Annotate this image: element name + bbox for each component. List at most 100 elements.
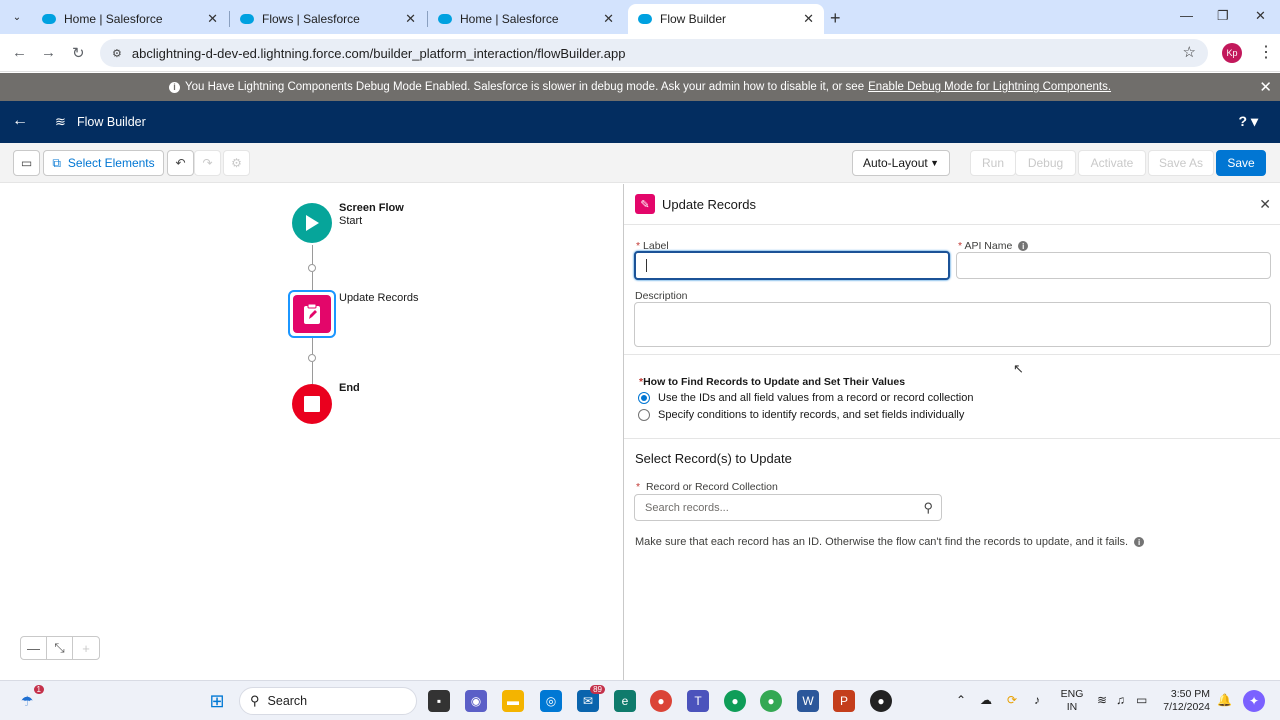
minimize-icon[interactable]: —	[1180, 8, 1193, 23]
teams-chat-icon[interactable]: ◉	[465, 690, 487, 712]
undo-icon: ↶	[175, 156, 186, 170]
radio-use-ids[interactable]	[638, 392, 650, 404]
reload-icon[interactable]: ↻	[72, 44, 85, 62]
forward-arrow-icon[interactable]: →	[41, 44, 56, 61]
back-arrow-icon[interactable]: ←	[12, 44, 27, 61]
text-caret	[646, 259, 647, 272]
copilot-icon[interactable]: ✦	[1243, 690, 1265, 712]
mail-icon[interactable]: ✉ 89	[577, 685, 605, 712]
zoom-controls: — ⤡ +	[20, 636, 100, 660]
tab-close-icon[interactable]: ✕	[207, 11, 218, 27]
toggle-panel-button[interactable]: ▭	[13, 150, 40, 176]
new-tab-plus-icon[interactable]: +	[830, 8, 841, 29]
fit-view-button[interactable]: ⤡	[47, 637, 73, 659]
browser-tab-home-1[interactable]: Home | Salesforce ✕	[32, 4, 228, 34]
microphone-icon[interactable]: ♪	[1034, 693, 1040, 707]
browser-tab-bar: ⌄ Home | Salesforce ✕ Flows | Salesforce…	[0, 0, 1280, 34]
github-icon[interactable]: ●	[870, 690, 892, 712]
browser-tab-flows[interactable]: Flows | Salesforce ✕	[230, 4, 426, 34]
api-name-input[interactable]	[956, 252, 1271, 279]
volume-icon[interactable]: ♫	[1116, 693, 1125, 707]
bookmark-star-icon[interactable]: ☆	[1183, 43, 1196, 61]
browser-tab-flow-builder[interactable]: Flow Builder ✕	[628, 4, 824, 34]
banner-link[interactable]: Enable Debug Mode for Lightning Componen…	[868, 81, 1111, 93]
site-info-icon[interactable]: ⚙	[112, 47, 122, 60]
add-element-connector[interactable]	[308, 354, 316, 362]
window-close-icon[interactable]: ✕	[1255, 8, 1266, 24]
undo-button[interactable]: ↶	[167, 150, 194, 176]
save-label: Save	[1227, 156, 1255, 170]
flow-canvas[interactable]: Screen Flow Start Update Records End	[0, 184, 623, 680]
save-as-button[interactable]: Save As	[1148, 150, 1214, 176]
chrome-icon[interactable]: ●	[650, 690, 672, 712]
select-icon: ⧉	[52, 155, 61, 170]
zoom-out-button[interactable]: —	[21, 637, 47, 659]
onedrive-icon[interactable]: ☁	[980, 693, 992, 707]
update-records-node[interactable]	[288, 290, 336, 338]
battery-icon[interactable]: ▭	[1136, 693, 1147, 707]
clock[interactable]: 3:50 PM 7/12/2024	[1150, 688, 1210, 714]
tab-close-icon[interactable]: ✕	[803, 11, 814, 27]
help-menu[interactable]: ? ▾	[1239, 113, 1258, 130]
panel-close-icon[interactable]: ✕	[1259, 196, 1271, 213]
sync-icon[interactable]: ⟳	[1007, 693, 1017, 707]
help-icon: ?	[1238, 113, 1248, 129]
edge-icon[interactable]: e	[614, 690, 636, 712]
record-search-input[interactable]: Search records... ⚲	[634, 494, 942, 521]
flow-toolbar: ▭ ⧉ Select Elements ↶ ↷ ⚙ Auto-Layout ▼ …	[0, 143, 1280, 183]
select-elements-button[interactable]: ⧉ Select Elements	[43, 150, 164, 176]
description-textarea[interactable]	[634, 302, 1271, 347]
find-records-question-text: How to Find Records to Update and Set Th…	[643, 376, 906, 388]
salesforce-cloud-icon	[638, 14, 652, 24]
end-node[interactable]	[292, 384, 332, 424]
language-indicator[interactable]: ENG IN	[1058, 688, 1086, 714]
windows-start-icon[interactable]: ⊞	[206, 690, 228, 712]
zoom-in-button[interactable]: +	[73, 637, 99, 659]
teams-icon[interactable]: T	[687, 690, 709, 712]
tab-title: Flow Builder	[660, 12, 727, 26]
restore-icon[interactable]: ❐	[1217, 8, 1229, 24]
url-field[interactable]: ⚙ abclightning-d-dev-ed.lightning.force.…	[100, 39, 1208, 67]
profile-avatar[interactable]: Kp	[1222, 43, 1242, 63]
browser-menu-icon[interactable]: ⋮	[1258, 42, 1274, 62]
back-arrow-icon[interactable]: ←	[12, 112, 28, 130]
debug-button[interactable]: Debug	[1015, 150, 1076, 176]
info-icon[interactable]: i	[1018, 241, 1029, 252]
run-button[interactable]: Run	[970, 150, 1016, 176]
taskbar-search[interactable]: ⚲ Search	[239, 687, 417, 715]
word-icon[interactable]: W	[797, 690, 819, 712]
chrome-profile-icon[interactable]: ●	[724, 690, 746, 712]
radio-specify-conditions[interactable]	[638, 409, 650, 421]
notification-bell-icon[interactable]: 🔔	[1217, 693, 1232, 707]
chrome-profile-icon[interactable]: ●	[760, 690, 782, 712]
banner-close-icon[interactable]: ✕	[1259, 78, 1272, 96]
file-explorer-icon[interactable]: ▬	[502, 690, 524, 712]
layout-dropdown[interactable]: Auto-Layout ▼	[852, 150, 950, 176]
save-button[interactable]: Save	[1216, 150, 1266, 176]
tab-close-icon[interactable]: ✕	[405, 11, 416, 27]
tab-title: Flows | Salesforce	[262, 12, 360, 26]
tab-search-chevron-icon[interactable]: ⌄	[6, 6, 28, 28]
wifi-icon[interactable]: ≋	[1097, 693, 1107, 707]
start-node[interactable]	[292, 203, 332, 243]
browser-tab-home-2[interactable]: Home | Salesforce ✕	[428, 4, 624, 34]
weather-widget-icon[interactable]: ☂ 1	[16, 685, 44, 712]
tab-close-icon[interactable]: ✕	[603, 11, 614, 27]
add-element-connector[interactable]	[308, 264, 316, 272]
activate-button[interactable]: Activate	[1078, 150, 1146, 176]
settings-button[interactable]: ⚙	[223, 150, 250, 176]
end-node-label: End	[339, 382, 360, 394]
label-input[interactable]	[634, 251, 950, 280]
show-hidden-icons-icon[interactable]: ⌃	[956, 693, 966, 707]
powerpoint-icon[interactable]: P	[833, 690, 855, 712]
info-icon[interactable]: i	[1134, 537, 1145, 548]
weather-badge: 1	[33, 685, 44, 694]
task-view-icon[interactable]: ▪	[428, 690, 450, 712]
redo-button[interactable]: ↷	[194, 150, 221, 176]
play-icon	[306, 215, 319, 231]
language-code: ENG	[1060, 688, 1084, 700]
redo-icon: ↷	[202, 156, 213, 170]
update-records-node-icon	[293, 295, 331, 333]
clock-date: 7/12/2024	[1163, 701, 1210, 713]
store-icon[interactable]: ◎	[540, 690, 562, 712]
